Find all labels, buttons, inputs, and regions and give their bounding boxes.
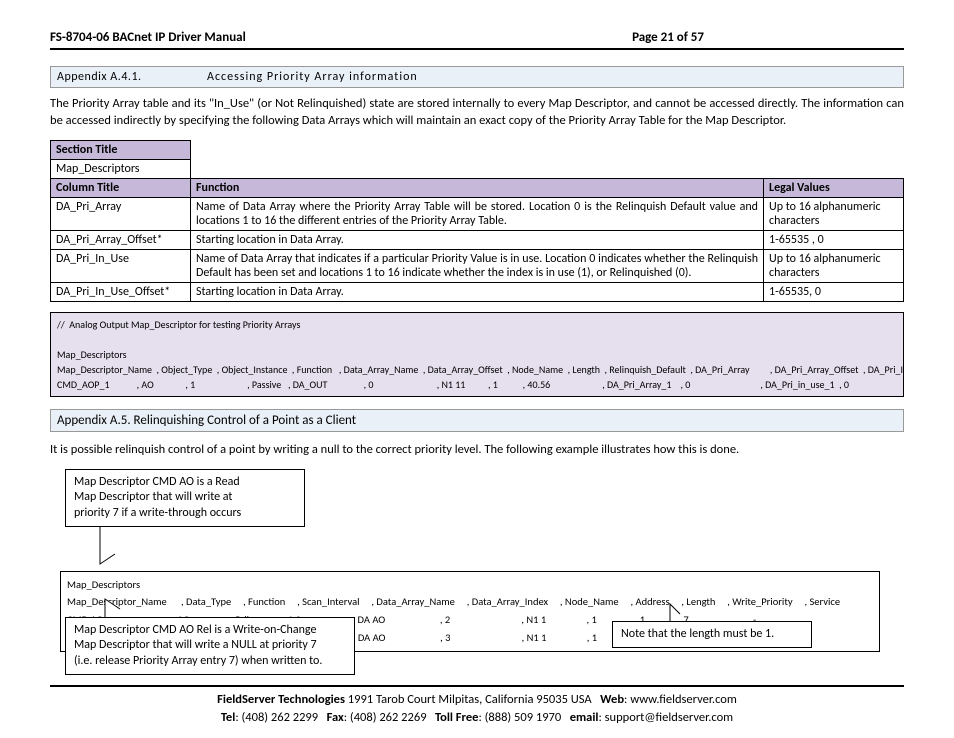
page-number: Page 21 of 57 [632,30,704,45]
params-table: Section Title Map_Descriptors Column Tit… [50,140,904,302]
section-heading-a41: Appendix A.4.1. Accessing Priority Array… [50,66,904,88]
footer-address: 1991 Tarob Court Milpitas, California 95… [348,692,592,707]
function-header: Function [191,178,764,197]
footer-email-label: email [570,710,599,725]
section-heading-a5: Appendix A.5. Relinquishing Control of a… [50,409,904,432]
table-row: DA_Pri_In_Use Name of Data Array that in… [51,249,904,282]
table-row: DA_Pri_Array Name of Data Array where th… [51,197,904,230]
intro-paragraph-a5: It is possible relinquish control of a p… [50,442,904,459]
footer-toll-label: Toll Free [435,710,478,725]
doc-title: FS-8704-06 BACnet IP Driver Manual [50,30,632,45]
page-container: FS-8704-06 BACnet IP Driver Manual Page … [0,0,954,699]
table-row: DA_Pri_Array_Offset* Starting location i… [51,230,904,249]
section-number: Appendix A.4.1. [57,70,207,84]
legal-values-header: Legal Values [764,178,904,197]
header-bar: FS-8704-06 BACnet IP Driver Manual Page … [50,30,904,50]
column-title-header: Column Title [51,178,191,197]
callout-box-2: Map Descriptor CMD AO Rel is a Write-on-… [65,617,355,676]
table-row: DA_Pri_In_Use_Offset* Starting location … [51,282,904,301]
footer-web-label: Web [600,692,624,707]
intro-paragraph-a41: The Priority Array table and its "In_Use… [50,96,904,130]
callout-box-1: Map Descriptor CMD AO is a Read Map Desc… [65,469,305,528]
section-title: Accessing Priority Array information [207,70,418,84]
callout-box-3: Note that the length must be 1. [612,621,812,649]
footer-fax-label: Fax [327,710,344,725]
footer: FieldServer Technologies 1991 Tarob Cour… [50,685,904,726]
footer-company: FieldServer Technologies [217,692,345,707]
section-title-value: Map_Descriptors [51,159,191,178]
footer-tel-label: Tel [221,710,235,725]
code-block-1: // Analog Output Map_Descriptor for test… [50,312,904,397]
section-title-header: Section Title [51,140,191,159]
